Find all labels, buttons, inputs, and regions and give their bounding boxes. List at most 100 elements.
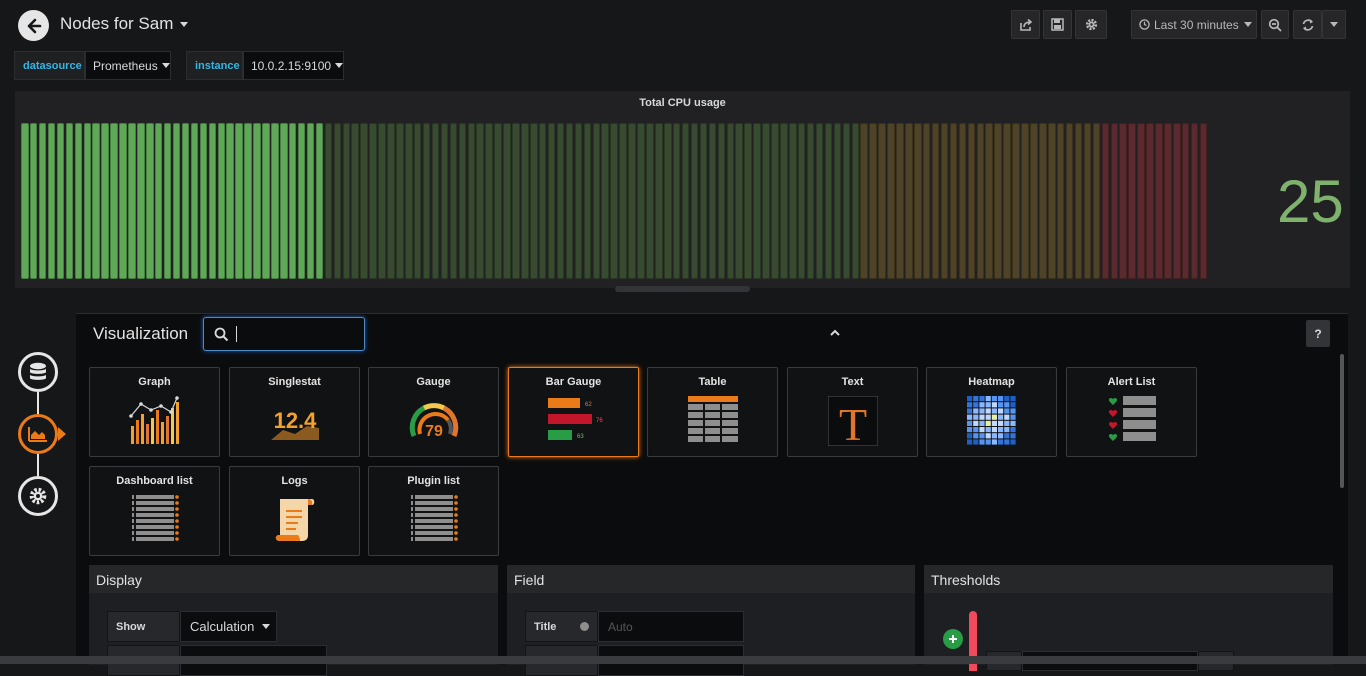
gear-icon [1085, 18, 1097, 31]
heatmap-cell [978, 427, 985, 433]
bar-gauge-cell [1137, 123, 1145, 279]
bar-gauge-cell [699, 123, 708, 279]
visualization-step[interactable] [18, 414, 58, 454]
viz-card-gauge[interactable]: Gauge 79 [368, 367, 499, 457]
bar-gauge-cell [1092, 123, 1101, 279]
refresh-interval-dropdown[interactable] [1322, 10, 1346, 39]
bar-gauge-cell [324, 123, 333, 279]
viz-card-logs[interactable]: Logs [229, 466, 360, 556]
general-settings-step[interactable] [18, 476, 58, 516]
bar-gauge-cell [485, 123, 493, 279]
bar-gauge-cell [619, 123, 627, 279]
variable-select-datasource[interactable]: Prometheus [85, 51, 171, 80]
bar-gauge-cell [1021, 123, 1029, 279]
share-button[interactable] [1011, 10, 1040, 39]
chevron-up-icon[interactable] [828, 326, 842, 340]
info-icon[interactable] [580, 622, 589, 631]
refresh-button[interactable] [1293, 10, 1322, 39]
bar-gauge-cell [101, 123, 109, 279]
heatmap-cell [972, 408, 978, 414]
bar-gauge-cell [1074, 123, 1083, 279]
viz-card-alert-list[interactable]: Alert List [1066, 367, 1197, 457]
heatmap-cell [1003, 427, 1009, 433]
heatmap-cell [991, 433, 997, 439]
variable-select-instance[interactable]: 10.0.2.15:9100 [243, 51, 344, 80]
queries-step[interactable] [18, 352, 58, 392]
bar-gauge-cell [958, 123, 967, 279]
heatmap-cell [978, 408, 985, 414]
cpu-usage-panel[interactable]: Total CPU usage 25 [15, 91, 1350, 288]
show-select[interactable]: Calculation [180, 611, 277, 642]
dashboard-title-text: Nodes for Sam [60, 14, 174, 33]
bar-gauge-cell [530, 123, 538, 279]
dashboard-title[interactable]: Nodes for Sam [60, 14, 189, 34]
title-label: Title [525, 611, 598, 642]
bar-gauge-cell [905, 123, 913, 279]
svg-text:62: 62 [585, 402, 592, 408]
heatmap-cell [985, 414, 991, 420]
heatmap-cell [997, 414, 1003, 420]
database-icon [30, 362, 46, 380]
bar-gauge-cell [610, 123, 618, 279]
heatmap-cell [1003, 408, 1009, 414]
back-button[interactable] [18, 10, 49, 41]
bar-gauge-cell [315, 123, 324, 279]
share-icon [1019, 18, 1032, 31]
bar-gauge-cell [985, 123, 993, 279]
title-input[interactable]: Auto [598, 611, 744, 642]
time-picker-button[interactable]: Last 30 minutes [1131, 10, 1257, 39]
add-threshold-button[interactable] [943, 629, 963, 649]
bar-gauge-cell [896, 123, 904, 279]
search-icon [214, 327, 229, 342]
save-button[interactable] [1043, 10, 1072, 39]
viz-card-graph[interactable]: Graph [89, 367, 220, 457]
svg-text:63: 63 [577, 434, 584, 440]
help-button[interactable]: ? [1306, 320, 1330, 347]
bar-gauge-cell [842, 123, 851, 279]
heatmap-cell [997, 439, 1003, 445]
heatmap-cell [1009, 427, 1016, 433]
viz-card-plugin-list[interactable]: Plugin list [368, 466, 499, 556]
viz-card-dashboard-list[interactable]: Dashboard list [89, 466, 220, 556]
viz-card-label: Graph [138, 376, 171, 388]
viz-card-heatmap[interactable]: Heatmap [926, 367, 1057, 457]
bar-gauge-cell [931, 123, 940, 279]
viz-card-table[interactable]: Table [647, 367, 778, 457]
heatmap-cell [985, 396, 991, 402]
heatmap-cell [991, 396, 997, 402]
logs-icon [275, 499, 314, 541]
heatmap-cell [1003, 420, 1009, 426]
bar-gauge-cell [503, 123, 511, 279]
svg-text:12.4: 12.4 [273, 408, 317, 433]
heatmap-cell [997, 420, 1003, 426]
bar-gauge-cell [949, 123, 958, 279]
bar-gauge-cell [458, 123, 467, 279]
bar-gauge-cell [110, 123, 118, 279]
bar-gauge-cell [824, 123, 833, 279]
bar-gauge-icon: 62 76 63 [547, 398, 603, 440]
bar-gauge-cell [181, 123, 190, 279]
viz-card-text[interactable]: Text T [787, 367, 918, 457]
horizontal-scrollbar[interactable] [0, 656, 1366, 664]
panel-resize-handle[interactable] [615, 286, 750, 292]
bar-gauge-cell [271, 123, 279, 279]
editor-scrollbar[interactable] [1340, 354, 1344, 488]
zoom-out-button[interactable] [1261, 10, 1289, 39]
viz-card-singlestat[interactable]: Singlestat 12.4 [229, 367, 360, 457]
settings-button[interactable] [1075, 10, 1107, 39]
heatmap-cell [1003, 439, 1009, 445]
heatmap-cell [997, 433, 1003, 439]
heatmap-cell [966, 427, 972, 433]
viz-card-bar-gauge[interactable]: Bar Gauge 62 76 63 [508, 367, 639, 457]
bar-gauge-cell [163, 123, 172, 279]
viz-search-input[interactable] [203, 317, 365, 351]
zoom-out-icon [1268, 18, 1282, 32]
heatmap-cell [972, 402, 978, 408]
heatmap-cell [966, 420, 972, 426]
heatmap-cell [972, 420, 978, 426]
bar-gauge-cell [556, 123, 565, 279]
gauge-icon: 79 [409, 403, 458, 440]
bar-gauge-cell [1146, 123, 1154, 279]
bar-gauge-cell [806, 123, 815, 279]
bar-gauge-cell [146, 123, 154, 279]
